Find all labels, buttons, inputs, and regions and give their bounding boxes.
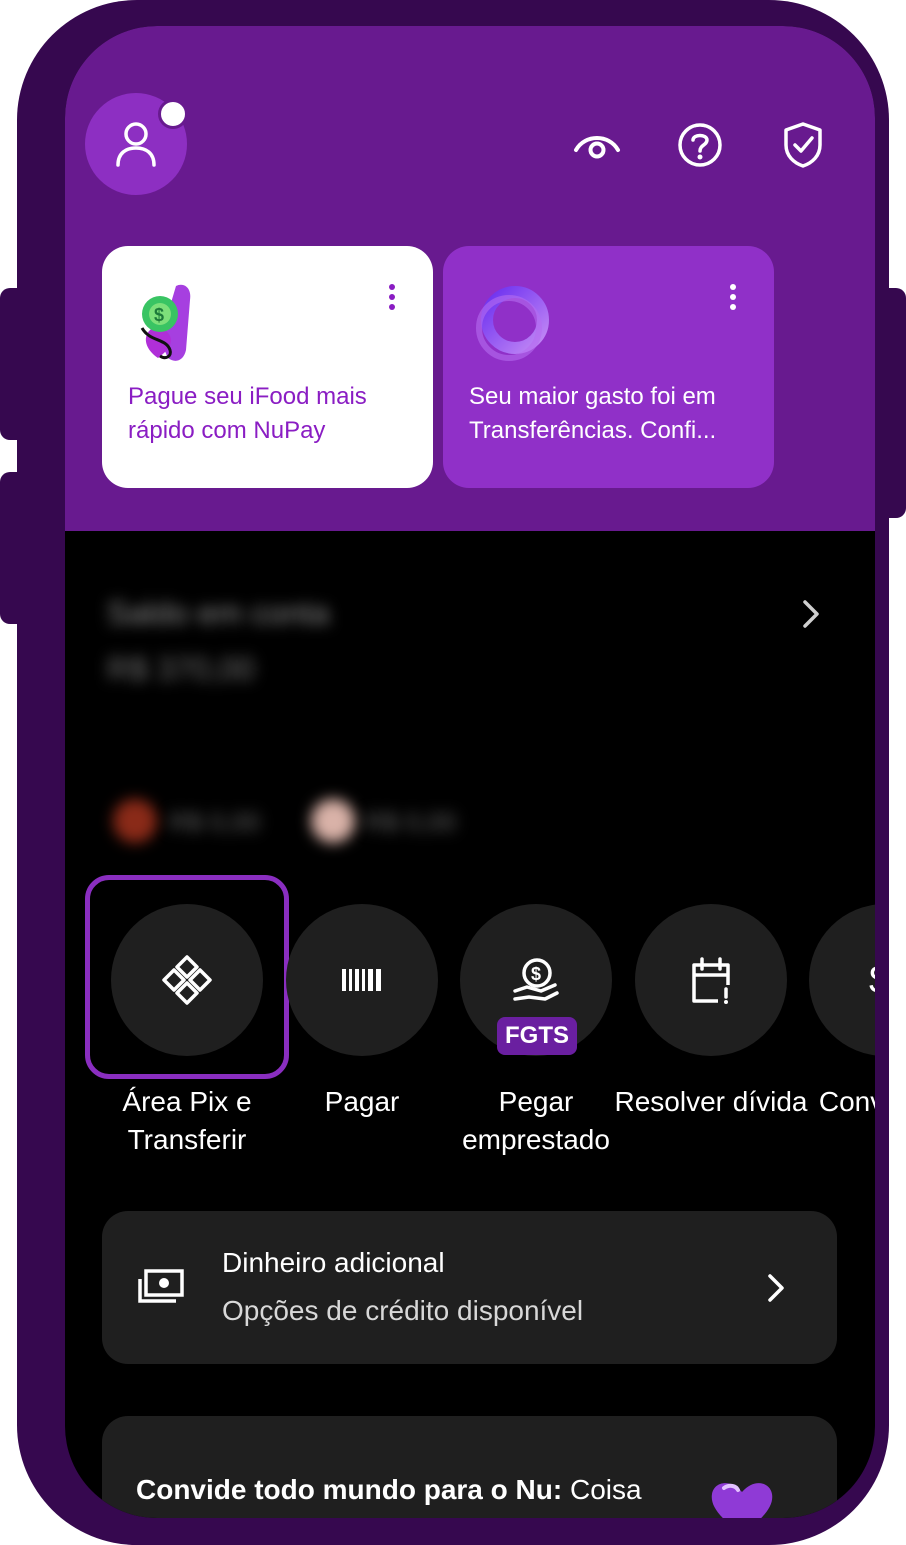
row-title: Dinheiro adicional [222,1247,445,1278]
heart-icon [711,1483,773,1518]
invite-title-bold: Convide todo mundo para o Nu: [136,1474,563,1505]
phone-frame: $ Pague seu iFood mais rápido com NuPay [17,0,889,1545]
cash-icon [138,1269,184,1303]
help-icon[interactable] [676,121,724,169]
fgts-badge: FGTS [497,1017,577,1055]
loan-icon: $ [513,958,559,1001]
header: $ Pague seu iFood mais rápido com NuPay [65,26,875,531]
chip-2-icon [311,799,355,843]
row-subtitle: Opções de crédito disponível [222,1295,584,1326]
invite-text: Convide todo mundo para o Nu: Coisa [136,1474,642,1506]
phone-screen: $ Pague seu iFood mais rápido com NuPay [65,26,875,1518]
account-balance-section[interactable]: Saldo em conta R$ 370,00 R$ 0,00 R$ 0,00 [103,591,823,891]
additional-money-row[interactable]: Dinheiro adicional Opções de crédito dis… [102,1211,837,1364]
notification-dot [158,99,188,129]
chip-1-value: R$ 0,00 [169,807,261,837]
eye-icon[interactable] [573,121,621,169]
pix-button[interactable] [111,904,263,1056]
svg-text:$: $ [154,305,164,325]
nupay-ifood-card[interactable]: $ Pague seu iFood mais rápido com NuPay [102,246,433,488]
invite-friends-row[interactable]: Convide todo mundo para o Nu: Coisa [102,1416,837,1518]
shortcut-label: Pagar [324,1086,400,1117]
calendar-alert-icon [692,957,730,1004]
ring-icon [476,286,549,361]
svg-text:$: $ [531,964,541,984]
balance-label: Saldo em conta [107,595,330,631]
shortcut-label: Pegar emprestado [462,1086,610,1155]
balance-value: R$ 370,00 [107,651,255,687]
shortcut-label: Área Pix e Transferir [122,1086,252,1155]
pix-icon [162,955,212,1005]
invite-button[interactable]: $ [809,904,875,1056]
card-text: Pague seu iFood mais rápido com NuPay [128,383,367,444]
card-text: Seu maior gasto foi em Transferências. C… [469,383,717,444]
card-menu-icon[interactable] [730,284,736,312]
invite-icon: $ [869,958,875,1003]
user-icon [116,122,156,167]
barcode-icon [342,969,381,991]
chevron-right-icon [768,1274,784,1302]
card-menu-icon[interactable] [389,284,395,312]
shortcut-label: Convidar li [818,1086,875,1117]
spending-insight-card[interactable]: Seu maior gasto foi em Transferências. C… [443,246,774,488]
shortcut-label: Resolver dívida [614,1086,808,1117]
chip-1-icon [113,799,157,843]
pay-button[interactable] [286,904,438,1056]
nupay-ifood-icon: $ [140,284,191,361]
shield-check-icon[interactable] [779,121,827,169]
chevron-right-icon [803,600,819,628]
chip-2-value: R$ 0,00 [365,807,457,837]
debt-button[interactable] [635,904,787,1056]
invite-title-rest: Coisa [562,1474,642,1505]
